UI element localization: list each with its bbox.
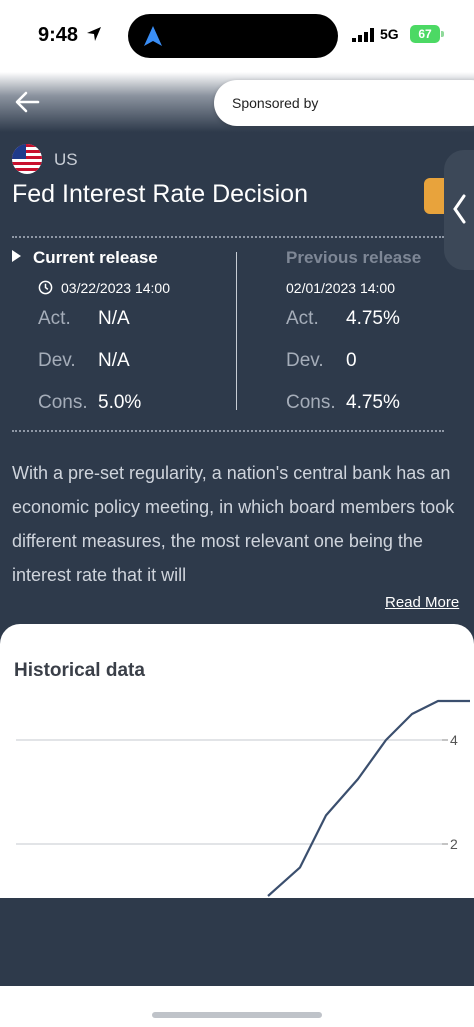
network-type: 5G bbox=[380, 26, 399, 42]
read-more-link[interactable]: Read More bbox=[385, 594, 459, 611]
dynamic-island bbox=[128, 14, 338, 58]
status-bar: 9:48 5G 67 bbox=[0, 0, 474, 72]
series-line bbox=[267, 699, 470, 897]
status-time: 9:48 bbox=[38, 24, 79, 46]
deviation-value: N/A bbox=[98, 350, 130, 371]
current-consensus-row: Cons. 5.0% bbox=[12, 392, 232, 428]
back-arrow-icon[interactable] bbox=[14, 90, 40, 114]
actual-value: N/A bbox=[98, 308, 130, 329]
current-deviation-row: Dev. N/A bbox=[12, 350, 232, 386]
previous-release-date: 02/01/2023 14:00 bbox=[286, 280, 395, 296]
event-description: With a pre-set regularity, a nation's ce… bbox=[12, 463, 455, 585]
current-release-date: 03/22/2023 14:00 bbox=[12, 280, 232, 302]
us-flag-icon bbox=[12, 144, 42, 174]
play-icon bbox=[12, 250, 21, 262]
navigation-icon bbox=[144, 26, 162, 46]
previous-release: Previous release 02/01/2023 14:00 Act. 4.… bbox=[286, 248, 474, 428]
historical-data-card: Historical data 24 bbox=[0, 624, 474, 898]
sponsored-banner[interactable]: Sponsored by bbox=[214, 80, 474, 126]
event-title: Fed Interest Rate Decision bbox=[12, 180, 308, 208]
current-actual-row: Act. N/A bbox=[12, 308, 232, 344]
deviation-label: Dev. bbox=[38, 350, 76, 371]
home-bar-area bbox=[0, 986, 474, 1027]
previous-actual-row: Act. 4.75% bbox=[286, 308, 474, 344]
deviation-label: Dev. bbox=[286, 350, 324, 371]
current-release-heading: Current release bbox=[12, 248, 232, 274]
consensus-value: 4.75% bbox=[346, 392, 400, 413]
current-release: Current release 03/22/2023 14:00 Act. N/A… bbox=[12, 248, 232, 428]
battery-level: 67 bbox=[418, 27, 432, 41]
y-tick-label: 4 bbox=[450, 732, 458, 748]
actual-label: Act. bbox=[38, 308, 71, 329]
sponsored-label: Sponsored by bbox=[232, 95, 319, 111]
consensus-value: 5.0% bbox=[98, 392, 142, 413]
y-tick-label: 2 bbox=[450, 836, 458, 852]
signal-icon bbox=[352, 28, 374, 42]
deviation-value: 0 bbox=[346, 350, 357, 371]
previous-release-heading: Previous release bbox=[286, 248, 422, 267]
consensus-label: Cons. bbox=[286, 392, 336, 413]
country-label: US bbox=[54, 150, 78, 169]
home-indicator[interactable] bbox=[152, 1012, 322, 1018]
previous-deviation-row: Dev. 0 bbox=[286, 350, 474, 386]
actual-value: 4.75% bbox=[346, 308, 400, 329]
dotted-divider-top bbox=[12, 236, 444, 238]
location-arrow-icon bbox=[87, 27, 101, 41]
actual-label: Act. bbox=[286, 308, 319, 329]
release-divider bbox=[236, 252, 237, 410]
chevron-left-icon bbox=[453, 194, 466, 224]
battery-icon: 67 bbox=[410, 25, 440, 43]
battery-tip bbox=[441, 31, 444, 37]
previous-consensus-row: Cons. 4.75% bbox=[286, 392, 474, 428]
bottom-panel bbox=[0, 898, 474, 986]
dotted-divider-bottom bbox=[12, 430, 444, 432]
clock-icon bbox=[38, 280, 53, 295]
consensus-label: Cons. bbox=[38, 392, 88, 413]
historical-line-chart: 24 bbox=[16, 699, 470, 897]
